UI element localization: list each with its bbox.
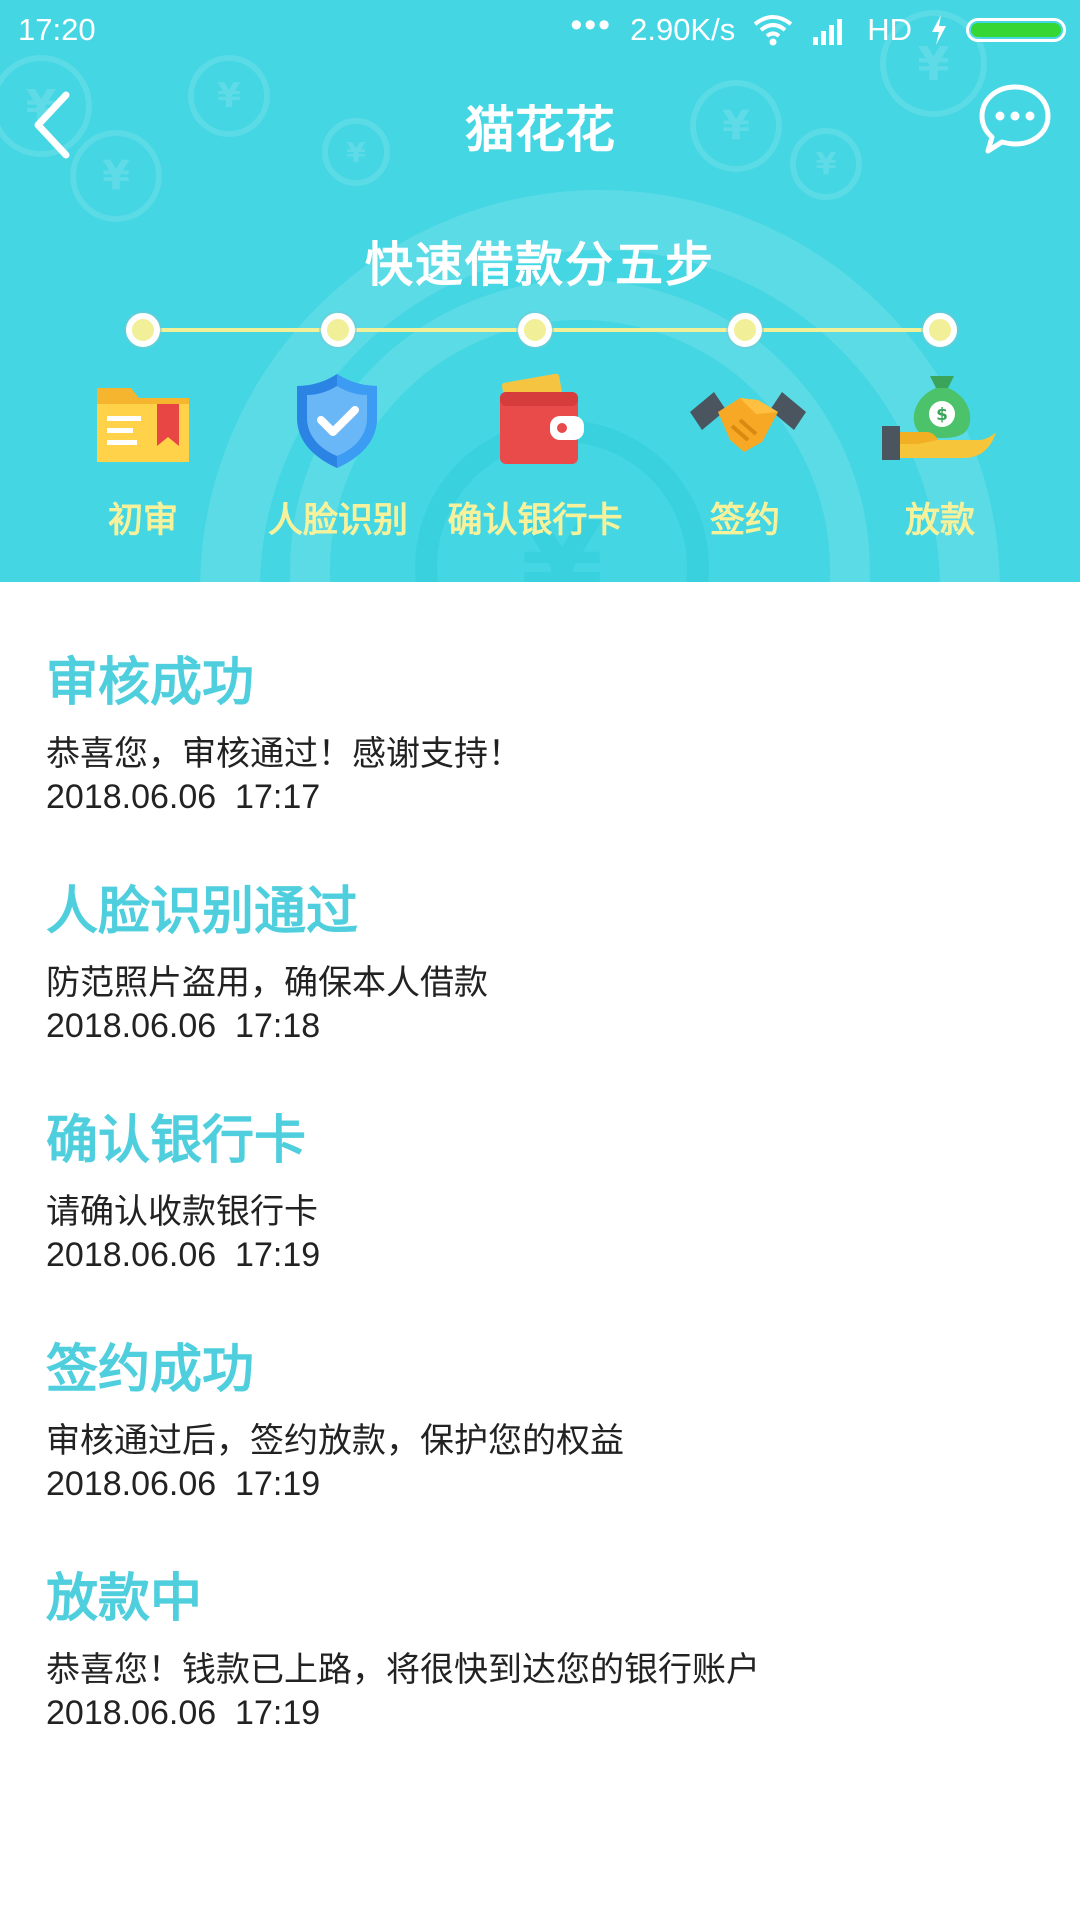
step-dot [923, 313, 957, 347]
svg-text:$: $ [936, 405, 948, 425]
network-speed: 2.90K/s [630, 12, 736, 47]
step-label: 人脸识别 [267, 501, 408, 541]
handshake-icon [690, 392, 806, 452]
nav-bar: 猫花花 [0, 62, 1080, 192]
step-label: 确认银行卡 [447, 501, 623, 541]
record-description: 防范照片盗用，确保本人借款 [46, 963, 488, 1003]
record-title: 签约成功 [46, 1340, 255, 1400]
battery-icon [966, 18, 1066, 42]
record-description: 审核通过后，签约放款，保护您的权益 [46, 1421, 624, 1461]
list-item: 放款中 恭喜您！钱款已上路，将很快到达您的银行账户 2018.06.06 17:… [46, 1556, 1046, 1756]
step-label: 放款 [904, 501, 975, 541]
record-description: 恭喜您，审核通过！感谢支持！ [46, 734, 522, 774]
record-timestamp: 2018.06.06 17:18 [46, 1007, 321, 1045]
record-timestamp: 2018.06.06 17:19 [46, 1694, 321, 1732]
money-bag-hand-icon: $ [882, 376, 996, 460]
record-timestamp: 2018.06.06 17:19 [46, 1236, 321, 1274]
battery-level [971, 23, 1061, 37]
app-screen: ¥ ¥ ¥ ¥ ¥ ¥ ¥ ¥ 17:20 ••• 2.90K/s HD 猫花花… [0, 0, 1080, 1920]
page-title: 猫花花 [465, 101, 615, 159]
record-title: 人脸识别通过 [46, 882, 359, 942]
status-time: 17:20 [18, 12, 96, 47]
record-description: 请确认收款银行卡 [46, 1192, 318, 1232]
network-type-label: HD [867, 12, 912, 47]
step-dot [728, 313, 762, 347]
wifi-icon [753, 15, 793, 46]
record-title: 放款中 [46, 1569, 203, 1629]
record-timestamp: 2018.06.06 17:17 [46, 778, 321, 816]
step-dot [518, 313, 552, 347]
record-title: 确认银行卡 [46, 1111, 307, 1171]
list-item: 确认银行卡 请确认收款银行卡 2018.06.06 17:19 [46, 1098, 1046, 1298]
step-dot [126, 313, 160, 347]
steps-title: 快速借款分五步 [364, 237, 715, 293]
charging-icon [932, 15, 946, 45]
header-banner: ¥ ¥ ¥ ¥ ¥ ¥ ¥ ¥ 17:20 ••• 2.90K/s HD 猫花花… [0, 0, 1080, 582]
more-notifications-icon: ••• [570, 5, 613, 44]
status-bar: 17:20 ••• 2.90K/s HD [0, 0, 1080, 62]
step-label: 初审 [107, 501, 178, 541]
status-indicators: ••• 2.90K/s HD [570, 6, 1066, 50]
step-dot [321, 313, 355, 347]
wallet-icon [500, 373, 584, 464]
record-description: 恭喜您！钱款已上路，将很快到达您的银行账户 [46, 1650, 760, 1690]
record-title: 审核成功 [46, 653, 255, 713]
shield-check-icon [297, 374, 377, 468]
step-label: 签约 [709, 501, 780, 541]
folder-icon [97, 388, 189, 462]
signal-icon [813, 19, 843, 45]
list-item: 审核成功 恭喜您，审核通过！感谢支持！ 2018.06.06 17:17 [46, 640, 1046, 840]
chat-bubble-icon[interactable] [978, 82, 1052, 156]
list-item: 人脸识别通过 防范照片盗用，确保本人借款 2018.06.06 17:18 [46, 869, 1046, 1069]
record-timestamp: 2018.06.06 17:19 [46, 1465, 321, 1503]
list-item: 签约成功 审核通过后，签约放款，保护您的权益 2018.06.06 17:19 [46, 1327, 1046, 1527]
